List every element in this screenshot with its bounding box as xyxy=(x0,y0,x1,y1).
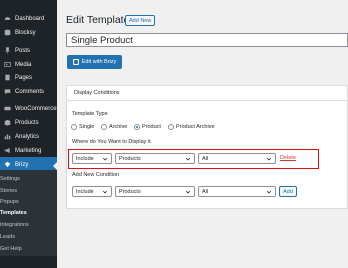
radio-circle xyxy=(101,124,107,130)
menu-label: WooCommerce xyxy=(15,105,57,112)
products-icon xyxy=(3,119,11,127)
highlight-box xyxy=(68,149,319,169)
menu-dashboard[interactable]: Dashboard xyxy=(0,11,57,26)
active-menu-arrow xyxy=(53,162,57,170)
template-title-input[interactable]: Single Product xyxy=(66,33,348,47)
radio-circle xyxy=(71,124,77,130)
panel-title: Display Conditions xyxy=(74,90,120,96)
radio-label: Product xyxy=(142,124,161,130)
add-condition-button[interactable]: Add xyxy=(279,186,297,197)
page-title: Edit Template xyxy=(66,14,130,26)
brizy-icon xyxy=(3,161,11,169)
menu-label: Posts xyxy=(15,47,31,54)
where-display-label: Where do You Want to Display it xyxy=(72,139,151,145)
radio-label: Single xyxy=(79,124,95,130)
brizy-submenu: Settings Stories Popups Templates Integr… xyxy=(0,170,57,256)
pin-icon xyxy=(3,47,11,55)
brizy-logo-icon xyxy=(72,59,79,65)
submenu-templates[interactable]: Templates xyxy=(0,207,57,218)
new-condition-scope-select[interactable]: All xyxy=(198,186,276,197)
menu-label: Pages xyxy=(15,74,33,81)
radio-label: Archive xyxy=(109,124,128,130)
menu-label: Comments xyxy=(15,88,45,95)
radio-product-archive[interactable]: Product Archive xyxy=(168,124,215,130)
menu-label: Media xyxy=(15,61,32,68)
blocksy-icon xyxy=(3,29,11,37)
menu-label: Analytics xyxy=(15,133,40,140)
new-condition-entity-select[interactable]: Products xyxy=(115,186,195,197)
admin-sidebar: Dashboard Blocksy Posts Media Pages Comm… xyxy=(0,0,57,268)
add-new-condition-label: Add New Condition xyxy=(72,172,120,178)
radio-label: Product Archive xyxy=(176,124,215,130)
chevron-down-icon xyxy=(185,190,191,194)
menu-comments[interactable]: Comments xyxy=(0,84,57,99)
radio-single[interactable]: Single xyxy=(71,124,94,130)
template-type-label: Template Type xyxy=(72,111,108,117)
submenu-settings[interactable]: Settings xyxy=(0,173,57,184)
menu-label: Dashboard xyxy=(15,15,45,22)
menu-posts[interactable]: Posts xyxy=(0,43,57,58)
submenu-stories[interactable]: Stories xyxy=(0,185,57,196)
menu-products[interactable]: Products xyxy=(0,115,57,130)
select-value: Products xyxy=(119,188,141,195)
menu-analytics[interactable]: Analytics xyxy=(0,129,57,144)
submenu-integrations[interactable]: Integrations xyxy=(0,219,57,230)
submenu-popups[interactable]: Popups xyxy=(0,196,57,207)
panel-header: Display Conditions xyxy=(67,86,347,101)
radio-archive[interactable]: Archive xyxy=(101,124,127,130)
menu-label: Brizy xyxy=(15,161,29,168)
analytics-icon xyxy=(3,133,11,141)
chevron-down-icon xyxy=(102,190,108,194)
menu-pages[interactable]: Pages xyxy=(0,70,57,85)
submenu-get-help[interactable]: Get Help xyxy=(0,243,57,254)
menu-label: Blocksy xyxy=(15,29,36,36)
menu-woocommerce[interactable]: WooCommerce xyxy=(0,101,57,116)
radio-product[interactable]: Product xyxy=(134,124,161,130)
menu-label: Products xyxy=(15,119,39,126)
add-new-button[interactable]: Add New xyxy=(125,15,156,26)
select-value: All xyxy=(202,188,209,195)
megaphone-icon xyxy=(3,147,11,155)
dashboard-icon xyxy=(3,15,11,23)
radio-circle xyxy=(168,124,174,130)
chevron-down-icon xyxy=(266,190,272,194)
edit-with-brizy-button[interactable]: Edit with Brizy xyxy=(67,55,122,69)
submenu-leads[interactable]: Leads xyxy=(0,231,57,242)
radio-circle-selected xyxy=(134,124,140,130)
new-condition-mode-select[interactable]: Include xyxy=(72,186,112,197)
select-value: Include xyxy=(76,188,94,195)
comment-icon xyxy=(3,88,11,96)
edit-button-label: Edit with Brizy xyxy=(81,59,117,65)
menu-blocksy[interactable]: Blocksy xyxy=(0,25,57,40)
menu-marketing[interactable]: Marketing xyxy=(0,143,57,158)
menu-label: Marketing xyxy=(15,147,42,154)
media-icon xyxy=(3,61,11,69)
woocommerce-icon xyxy=(3,105,11,113)
page-icon xyxy=(3,74,11,82)
